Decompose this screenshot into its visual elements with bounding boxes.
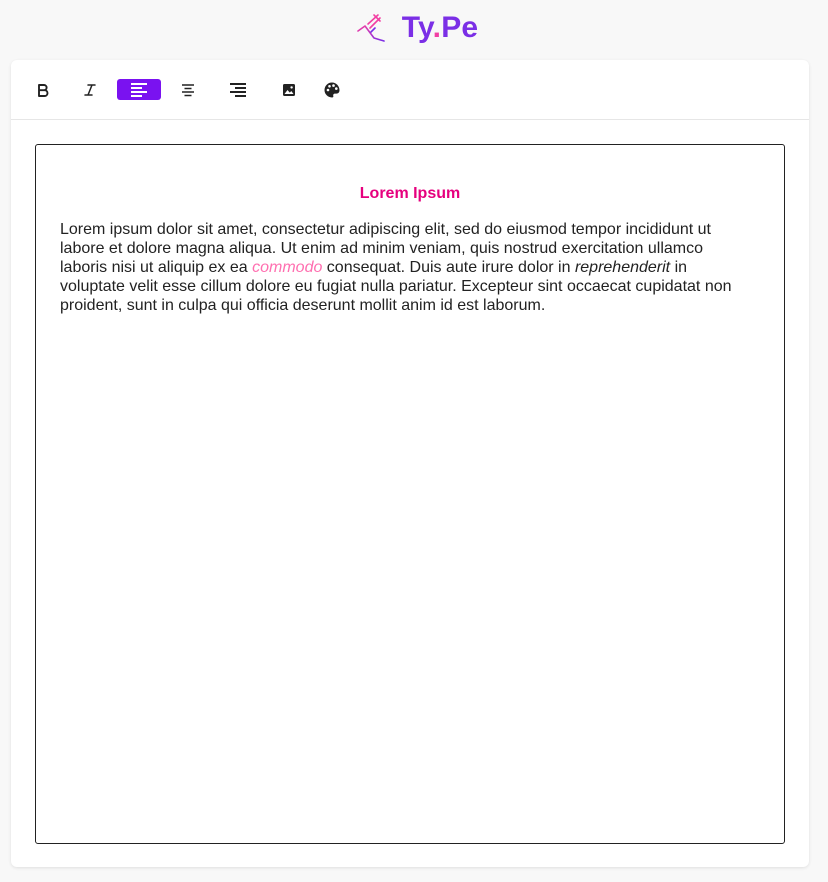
align-center-button[interactable] (177, 79, 199, 100)
italic-button[interactable] (78, 79, 102, 100)
image-icon (283, 83, 295, 96)
app-header: Ty.Pe (0, 0, 828, 56)
brand-name-part1: Ty (401, 11, 433, 44)
align-right-button[interactable] (226, 79, 250, 100)
body-highlight-commodo: commodo (252, 259, 323, 276)
bold-icon (38, 83, 49, 97)
italic-icon (84, 83, 96, 96)
align-right-icon (230, 82, 246, 97)
palette-icon (324, 82, 340, 97)
bold-button[interactable] (31, 79, 55, 100)
brand-name: Ty.Pe (402, 11, 479, 45)
align-left-button[interactable] (117, 79, 161, 100)
body-italic-reprehenderit: reprehenderit (574, 259, 671, 276)
text-editor-area[interactable]: Lorem Ipsum Lorem ipsum dolor sit amet, … (35, 144, 785, 844)
body-text-2: consequat. Duis aute irure dolor in (322, 259, 575, 276)
align-left-icon (131, 82, 147, 97)
document-title: Lorem Ipsum (359, 185, 461, 202)
brand-name-part2: Pe (441, 11, 479, 44)
pen-tool-icon (356, 14, 385, 42)
align-center-icon (182, 83, 194, 96)
insert-image-button[interactable] (277, 79, 301, 100)
brand[interactable]: Ty.Pe (356, 11, 479, 45)
text-color-button[interactable] (321, 79, 343, 100)
formatting-toolbar (11, 60, 809, 120)
document-body: Lorem ipsum dolor sit amet, consectetur … (60, 220, 750, 315)
brand-name-dot: . (432, 11, 442, 44)
editor-card: Lorem Ipsum Lorem ipsum dolor sit amet, … (11, 60, 809, 867)
